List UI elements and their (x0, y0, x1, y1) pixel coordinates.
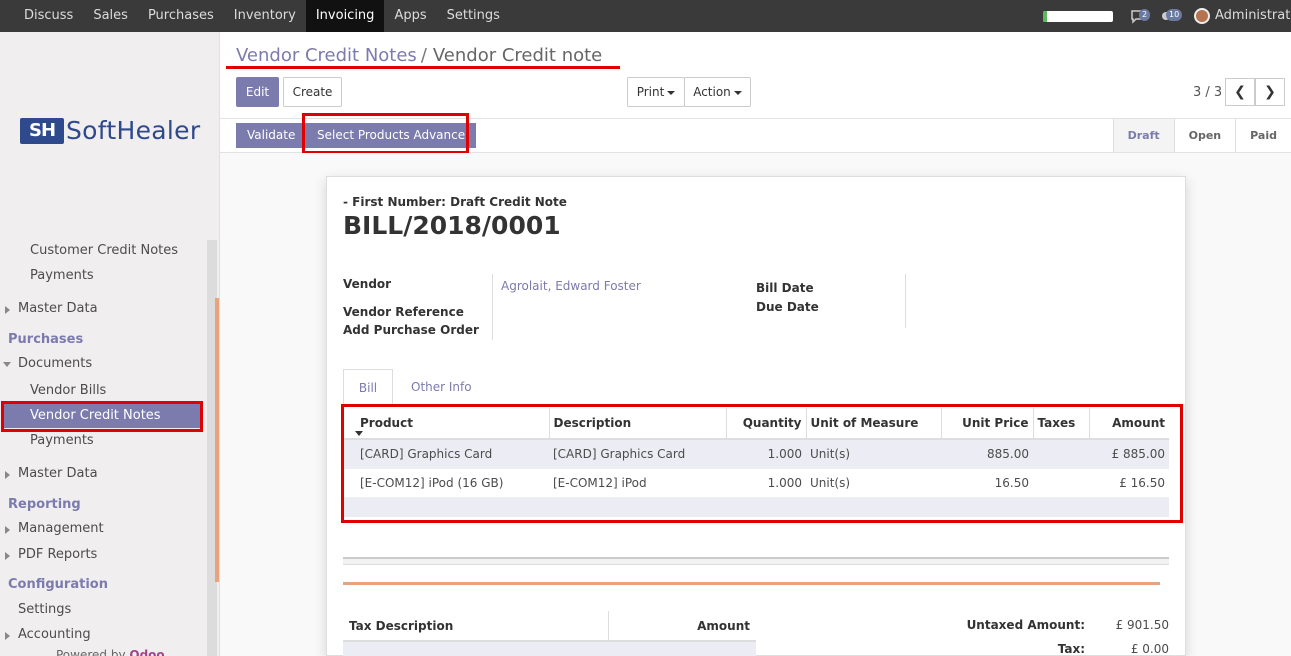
breadcrumb-parent[interactable]: Vendor Credit Notes (236, 45, 417, 66)
chevron-right-icon: ❯ (1264, 84, 1276, 100)
caret-right-icon (5, 552, 10, 560)
sidebar-item-management[interactable]: Management (0, 521, 207, 536)
sidebar-section-configuration: Configuration (8, 577, 108, 592)
print-dropdown[interactable]: Print (627, 77, 685, 107)
vendor-label: Vendor (343, 277, 392, 291)
menu-sales[interactable]: Sales (83, 0, 138, 32)
powered-by: Powered by Odoo (56, 648, 165, 656)
sidebar-item-documents[interactable]: Documents (0, 356, 207, 371)
menu-apps[interactable]: Apps (384, 0, 436, 32)
stage-draft[interactable]: Draft (1112, 119, 1174, 152)
menu-discuss[interactable]: Discuss (14, 0, 83, 32)
untaxed-amount-value: £ 901.50 (1115, 618, 1169, 632)
field-divider (905, 274, 906, 328)
tax-empty-row (343, 641, 756, 656)
user-avatar[interactable] (1194, 8, 1210, 24)
action-dropdown[interactable]: Action (684, 77, 751, 107)
action-label: Action (693, 85, 731, 99)
due-date-label: Due Date (756, 300, 819, 314)
tab-other-info[interactable]: Other Info (411, 369, 472, 406)
tax-value: £ 0.00 (1130, 642, 1169, 656)
tax-table: Tax Description Amount (343, 611, 756, 656)
powered-by-brand[interactable]: Odoo (129, 648, 164, 656)
col-tax-description[interactable]: Tax Description (343, 611, 608, 642)
pager-previous-button[interactable]: ❮ (1225, 78, 1255, 106)
breadcrumb-separator: / (420, 45, 427, 66)
highlight-vendor-credit-notes (1, 401, 203, 432)
sidebar-item-payments[interactable]: Payments (0, 268, 207, 283)
caret-down-icon (3, 362, 11, 367)
menu-inventory[interactable]: Inventory (224, 0, 306, 32)
breadcrumb-underline-annotation (226, 66, 620, 69)
validate-button[interactable]: Validate (236, 123, 307, 148)
print-label: Print (636, 85, 665, 99)
highlight-select-products-advance (302, 113, 469, 154)
caret-right-icon (5, 471, 10, 479)
sidebar-scroll-thumb[interactable] (215, 298, 219, 582)
sidebar-item-pdf-reports[interactable]: PDF Reports (0, 547, 207, 562)
status-stages: Draft Open Paid (1112, 119, 1291, 152)
tax-header-row: Tax Description Amount (343, 611, 756, 642)
sidebar-item-label: Management (18, 521, 104, 536)
menu-purchases[interactable]: Purchases (138, 0, 224, 32)
untaxed-amount-label: Untaxed Amount: (966, 618, 1085, 632)
breadcrumb: Vendor Credit Notes / Vendor Credit note (236, 45, 602, 66)
loading-progress-bar (1043, 11, 1113, 22)
sidebar-section-purchases: Purchases (8, 332, 84, 347)
caret-right-icon (5, 632, 10, 640)
sidebar-item-settings[interactable]: Settings (0, 602, 207, 617)
sidebar-section-reporting: Reporting (8, 497, 81, 512)
sidebar-item-accounting[interactable]: Accounting (0, 627, 207, 642)
sidebar-item-customer-credit-notes[interactable]: Customer Credit Notes (0, 243, 207, 258)
sidebar-item-payments-purchases[interactable]: Payments (0, 433, 207, 448)
vendor-field[interactable]: Agrolait, Edward Foster (501, 279, 641, 293)
menu-settings[interactable]: Settings (437, 0, 510, 32)
empty-row (343, 641, 756, 656)
sidebar-item-master-data-purchases[interactable]: Master Data (0, 466, 207, 481)
sidebar-item-label: PDF Reports (18, 547, 98, 562)
sidebar-item-label: Master Data (18, 301, 98, 316)
accent-separator (343, 582, 1160, 585)
softhealer-logo: SH SoftHealer (20, 116, 200, 145)
col-tax-amount[interactable]: Amount (607, 611, 756, 642)
sidebar: SH SoftHealer Customer Credit Notes Paym… (0, 32, 220, 656)
chevron-left-icon: ❮ (1234, 84, 1246, 100)
bill-date-label: Bill Date (756, 281, 814, 295)
field-divider (492, 274, 493, 340)
section-separator (343, 557, 1169, 565)
form-title: BILL/2018/0001 (343, 211, 561, 240)
logo-mark: SH (20, 117, 64, 144)
pager-next-button[interactable]: ❯ (1255, 78, 1285, 106)
highlight-lines-table (341, 404, 1183, 523)
sidebar-item-label: Documents (18, 356, 93, 371)
tax-label: Tax: (1057, 642, 1085, 656)
sidebar-item-vendor-bills[interactable]: Vendor Bills (0, 383, 207, 398)
powered-by-text: Powered by (56, 648, 126, 656)
sidebar-item-label: Accounting (18, 627, 91, 642)
top-navbar: Discuss Sales Purchases Inventory Invoic… (0, 0, 1291, 32)
stage-paid[interactable]: Paid (1235, 119, 1291, 152)
messages-badge: 2 (1139, 9, 1151, 21)
app-menu: Discuss Sales Purchases Inventory Invoic… (14, 0, 510, 32)
menu-invoicing[interactable]: Invoicing (305, 0, 385, 32)
form-subtitle: - First Number: Draft Credit Note (343, 195, 567, 209)
caret-down-icon (733, 90, 742, 95)
progress-fill (1043, 11, 1047, 22)
create-button[interactable]: Create (283, 77, 342, 107)
caret-right-icon (5, 306, 10, 314)
logo-text: SoftHealer (66, 116, 201, 145)
caret-down-icon (667, 90, 676, 95)
caret-right-icon (5, 526, 10, 534)
sidebar-item-label: Master Data (18, 466, 98, 481)
user-menu[interactable]: Administrator (1215, 0, 1291, 32)
add-purchase-order-label: Add Purchase Order (343, 323, 479, 337)
stage-open[interactable]: Open (1173, 119, 1236, 152)
activities-badge: 10 (1166, 9, 1183, 21)
sidebar-item-master-data[interactable]: Master Data (0, 301, 207, 316)
breadcrumb-current: Vendor Credit note (432, 45, 603, 66)
tab-bill[interactable]: Bill (343, 369, 393, 406)
edit-button[interactable]: Edit (236, 77, 279, 107)
pager-counter[interactable]: 3 / 3 (1193, 85, 1222, 100)
vendor-reference-label: Vendor Reference (343, 305, 464, 319)
